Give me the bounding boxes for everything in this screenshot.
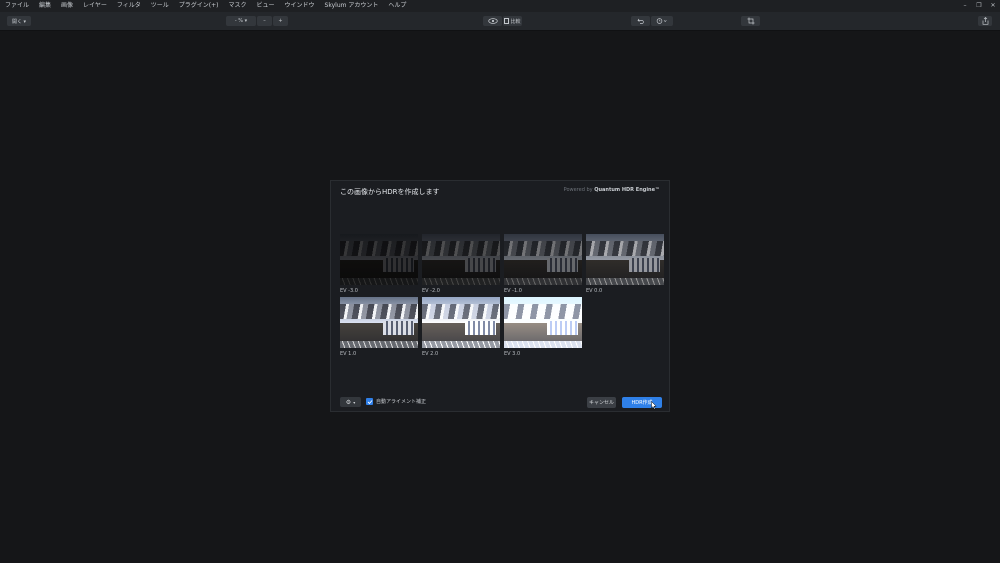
zoom-level-dropdown[interactable]: - % ▾ [226, 16, 256, 26]
exposure-label: EV -2.0 [422, 288, 440, 294]
zoom-in-button[interactable]: + [273, 16, 288, 26]
share-icon [982, 17, 988, 25]
exposure-label: EV 2.0 [422, 351, 439, 357]
close-icon[interactable]: ✕ [990, 0, 996, 12]
history-button[interactable] [651, 16, 673, 26]
bracket-image [504, 234, 582, 285]
building-region [382, 321, 414, 335]
exposure-label: EV -1.0 [504, 288, 522, 294]
menu-item[interactable]: Skylum アカウント [320, 0, 384, 12]
undo-icon [637, 18, 644, 24]
cancel-button[interactable]: キャンセル [587, 397, 616, 408]
gear-icon: ⚙ [345, 398, 352, 406]
settings-button[interactable]: ⚙ ▾ [340, 397, 361, 407]
building-region [546, 321, 578, 335]
building-region [464, 321, 496, 335]
exposure-label: EV -3.0 [340, 288, 358, 294]
bracket-thumbnail: EV -1.0 [504, 234, 582, 294]
cloud-region [586, 241, 664, 257]
bracket-thumbnail: EV -3.0 [340, 234, 418, 294]
bracket-image [422, 234, 500, 285]
menu-item[interactable]: マスク [224, 0, 252, 12]
building-region [628, 258, 660, 272]
cloud-region [504, 304, 582, 320]
exposure-label: EV 3.0 [504, 351, 521, 357]
road-region [504, 340, 582, 348]
hdr-dialog: この画像からHDRを作成します Powered by Quantum HDR E… [330, 180, 670, 412]
cloud-region [422, 304, 500, 320]
menu-item[interactable]: 画像 [56, 0, 78, 12]
menu-item[interactable]: ヘルプ [383, 0, 411, 12]
bracket-thumbnail: EV -2.0 [422, 234, 500, 294]
bracket-thumbnail: EV 3.0 [504, 297, 582, 357]
bracket-image [504, 297, 582, 348]
road-region [340, 277, 418, 285]
engine-name: Quantum HDR Engine™ [594, 187, 660, 193]
bracket-image [340, 234, 418, 285]
eye-icon [487, 18, 498, 24]
auto-align-label: 自動アライメント補正 [376, 399, 427, 405]
building-region [546, 258, 578, 272]
menu-item[interactable]: ファイル [0, 0, 34, 12]
bracket-thumbnail: EV 0.0 [586, 234, 664, 294]
zoom-controls: - % ▾ – + [226, 16, 288, 26]
mouse-cursor-icon [651, 401, 657, 410]
toolbar: 開く ▾ - % ▾ – + 比較 [0, 12, 1000, 31]
cloud-region [340, 241, 418, 257]
menu-item[interactable]: フィルタ [112, 0, 146, 12]
cloud-region [504, 241, 582, 257]
compare-label: 比較 [510, 18, 521, 25]
open-button[interactable]: 開く ▾ [7, 16, 31, 26]
building-region [382, 258, 414, 272]
undo-button[interactable] [631, 16, 650, 26]
exposure-label: EV 1.0 [340, 351, 357, 357]
menu-bar: ファイル 編集 画像 レイヤー フィルタ ツール プラグイン(+) マスク ビュー ウインドウ Sk… [0, 0, 1000, 12]
window-controls: – ❐ ✕ [962, 0, 996, 12]
preview-eye-button[interactable] [483, 16, 502, 26]
minimize-icon[interactable]: – [962, 0, 968, 12]
exposure-label: EV 0.0 [586, 288, 603, 294]
menu-item[interactable]: ビュー [252, 0, 280, 12]
bracket-thumbnail: EV 1.0 [340, 297, 418, 357]
restore-icon[interactable]: ❐ [976, 0, 982, 12]
powered-prefix: Powered by [563, 187, 593, 193]
chevron-down-icon: ▾ [353, 399, 356, 405]
crop-button[interactable] [741, 16, 760, 26]
road-region [422, 277, 500, 285]
powered-by: Powered by Quantum HDR Engine™ [564, 187, 660, 193]
menu-item[interactable]: ウインドウ [280, 0, 320, 12]
history-controls [631, 16, 673, 26]
menu-item[interactable]: ツール [146, 0, 174, 12]
zoom-out-button[interactable]: – [257, 16, 272, 26]
compare-icon [504, 18, 510, 24]
menu-item[interactable]: 編集 [34, 0, 56, 12]
menu-item[interactable]: プラグイン(+) [174, 0, 224, 12]
cloud-region [340, 304, 418, 320]
cloud-region [422, 241, 500, 257]
crop-icon [747, 17, 754, 25]
export-button[interactable] [978, 16, 992, 26]
building-region [464, 258, 496, 272]
bracket-image [422, 297, 500, 348]
road-region [340, 340, 418, 348]
road-region [586, 277, 664, 285]
auto-align-checkbox[interactable] [366, 398, 373, 405]
dialog-title: この画像からHDRを作成します [340, 188, 440, 196]
road-region [422, 340, 500, 348]
compare-button[interactable]: 比較 [503, 16, 522, 26]
check-icon [367, 399, 372, 404]
clock-icon [656, 18, 667, 24]
bracket-thumbnail: EV 2.0 [422, 297, 500, 357]
menu-item[interactable]: レイヤー [78, 0, 112, 12]
bracket-image [586, 234, 664, 285]
preview-controls: 比較 [483, 16, 522, 26]
bracket-image [340, 297, 418, 348]
road-region [504, 277, 582, 285]
